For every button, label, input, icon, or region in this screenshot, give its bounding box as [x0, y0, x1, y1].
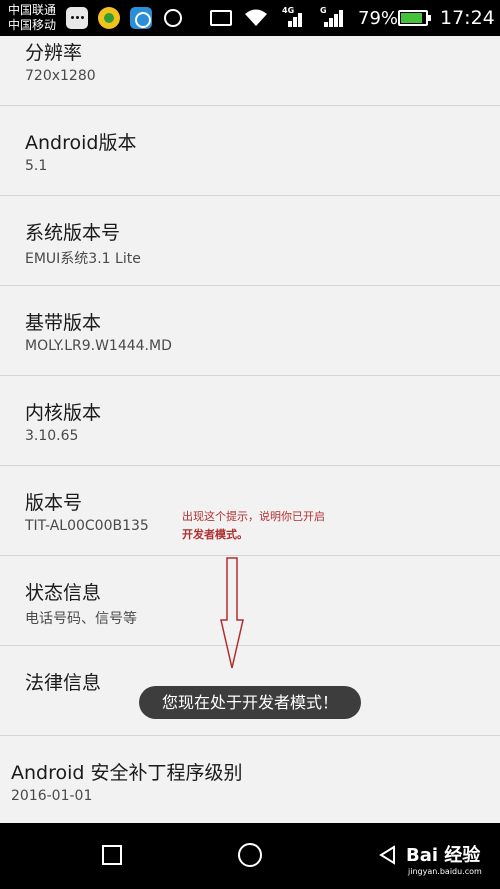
- battery-percent: 79%: [358, 8, 399, 29]
- annotation-text: 出现这个提示，说明你已开启 开发者模式。: [182, 508, 325, 544]
- wifi-icon: [245, 9, 267, 26]
- item-title: 系统版本号: [25, 222, 121, 244]
- item-title: Android 安全补丁程序级别: [11, 762, 243, 784]
- battery-fill: [401, 13, 422, 23]
- list-item-resolution[interactable]: 分辨率 720x1280: [0, 36, 500, 106]
- item-value: 2016-01-01: [11, 788, 93, 804]
- item-value: 3.10.65: [25, 428, 79, 444]
- signal-icon-1: [282, 10, 304, 27]
- item-title: 分辨率: [25, 42, 83, 64]
- item-value: MOLY.LR9.W1444.MD: [25, 338, 172, 354]
- item-value: 720x1280: [25, 68, 96, 84]
- watermark-url: jingyan.baidu.com: [408, 867, 482, 876]
- item-title: 内核版本: [25, 402, 102, 424]
- item-value: EMUI系统3.1 Lite: [25, 251, 141, 267]
- item-value: 电话号码、信号等: [25, 611, 137, 627]
- back-icon[interactable]: [378, 845, 398, 865]
- item-title: 法律信息: [25, 672, 102, 694]
- list-item-baseband-version[interactable]: 基带版本 MOLY.LR9.W1444.MD: [0, 286, 500, 376]
- developer-mode-toast: 您现在处于开发者模式！: [139, 686, 361, 719]
- annotation-line-1: 出现这个提示，说明你已开启: [182, 510, 325, 523]
- watermark-logo: Bai 经验: [406, 845, 481, 866]
- item-title: 状态信息: [25, 582, 102, 604]
- list-item-android-version[interactable]: Android版本 5.1: [0, 106, 500, 196]
- chat-icon: [164, 9, 182, 27]
- item-title: 基带版本: [25, 312, 102, 334]
- screencast-icon: [210, 10, 232, 26]
- item-value: 5.1: [25, 158, 48, 174]
- carrier-label: 中国联通 中国移动: [8, 3, 56, 33]
- browser-icon: [130, 7, 152, 29]
- list-item-system-version[interactable]: 系统版本号 EMUI系统3.1 Lite: [0, 196, 500, 286]
- item-value: TIT-AL00C00B135: [25, 518, 149, 534]
- item-title: 版本号: [25, 492, 83, 514]
- navigation-bar: Bai 经验 jingyan.baidu.com: [0, 823, 500, 889]
- home-icon[interactable]: [238, 843, 262, 867]
- annotation-line-2: 开发者模式。: [182, 528, 248, 541]
- status-bar: 中国联通 中国移动 4G G 79% 17:24: [0, 0, 500, 36]
- list-item-kernel-version[interactable]: 内核版本 3.10.65: [0, 376, 500, 466]
- list-item-security-patch[interactable]: Android 安全补丁程序级别 2016-01-01: [0, 736, 500, 826]
- game-icon: [98, 7, 120, 29]
- battery-icon: [398, 10, 431, 26]
- item-title: Android版本: [25, 132, 137, 154]
- clock: 17:24: [440, 7, 495, 29]
- carrier-line-1: 中国联通: [8, 3, 57, 17]
- message-icon: [66, 7, 88, 29]
- annotation-arrow-icon: [220, 557, 244, 669]
- carrier-line-2: 中国移动: [8, 18, 57, 32]
- signal-icon-2: [322, 10, 344, 27]
- recent-apps-icon[interactable]: [102, 845, 122, 865]
- list-item-status[interactable]: 状态信息 电话号码、信号等: [0, 556, 500, 646]
